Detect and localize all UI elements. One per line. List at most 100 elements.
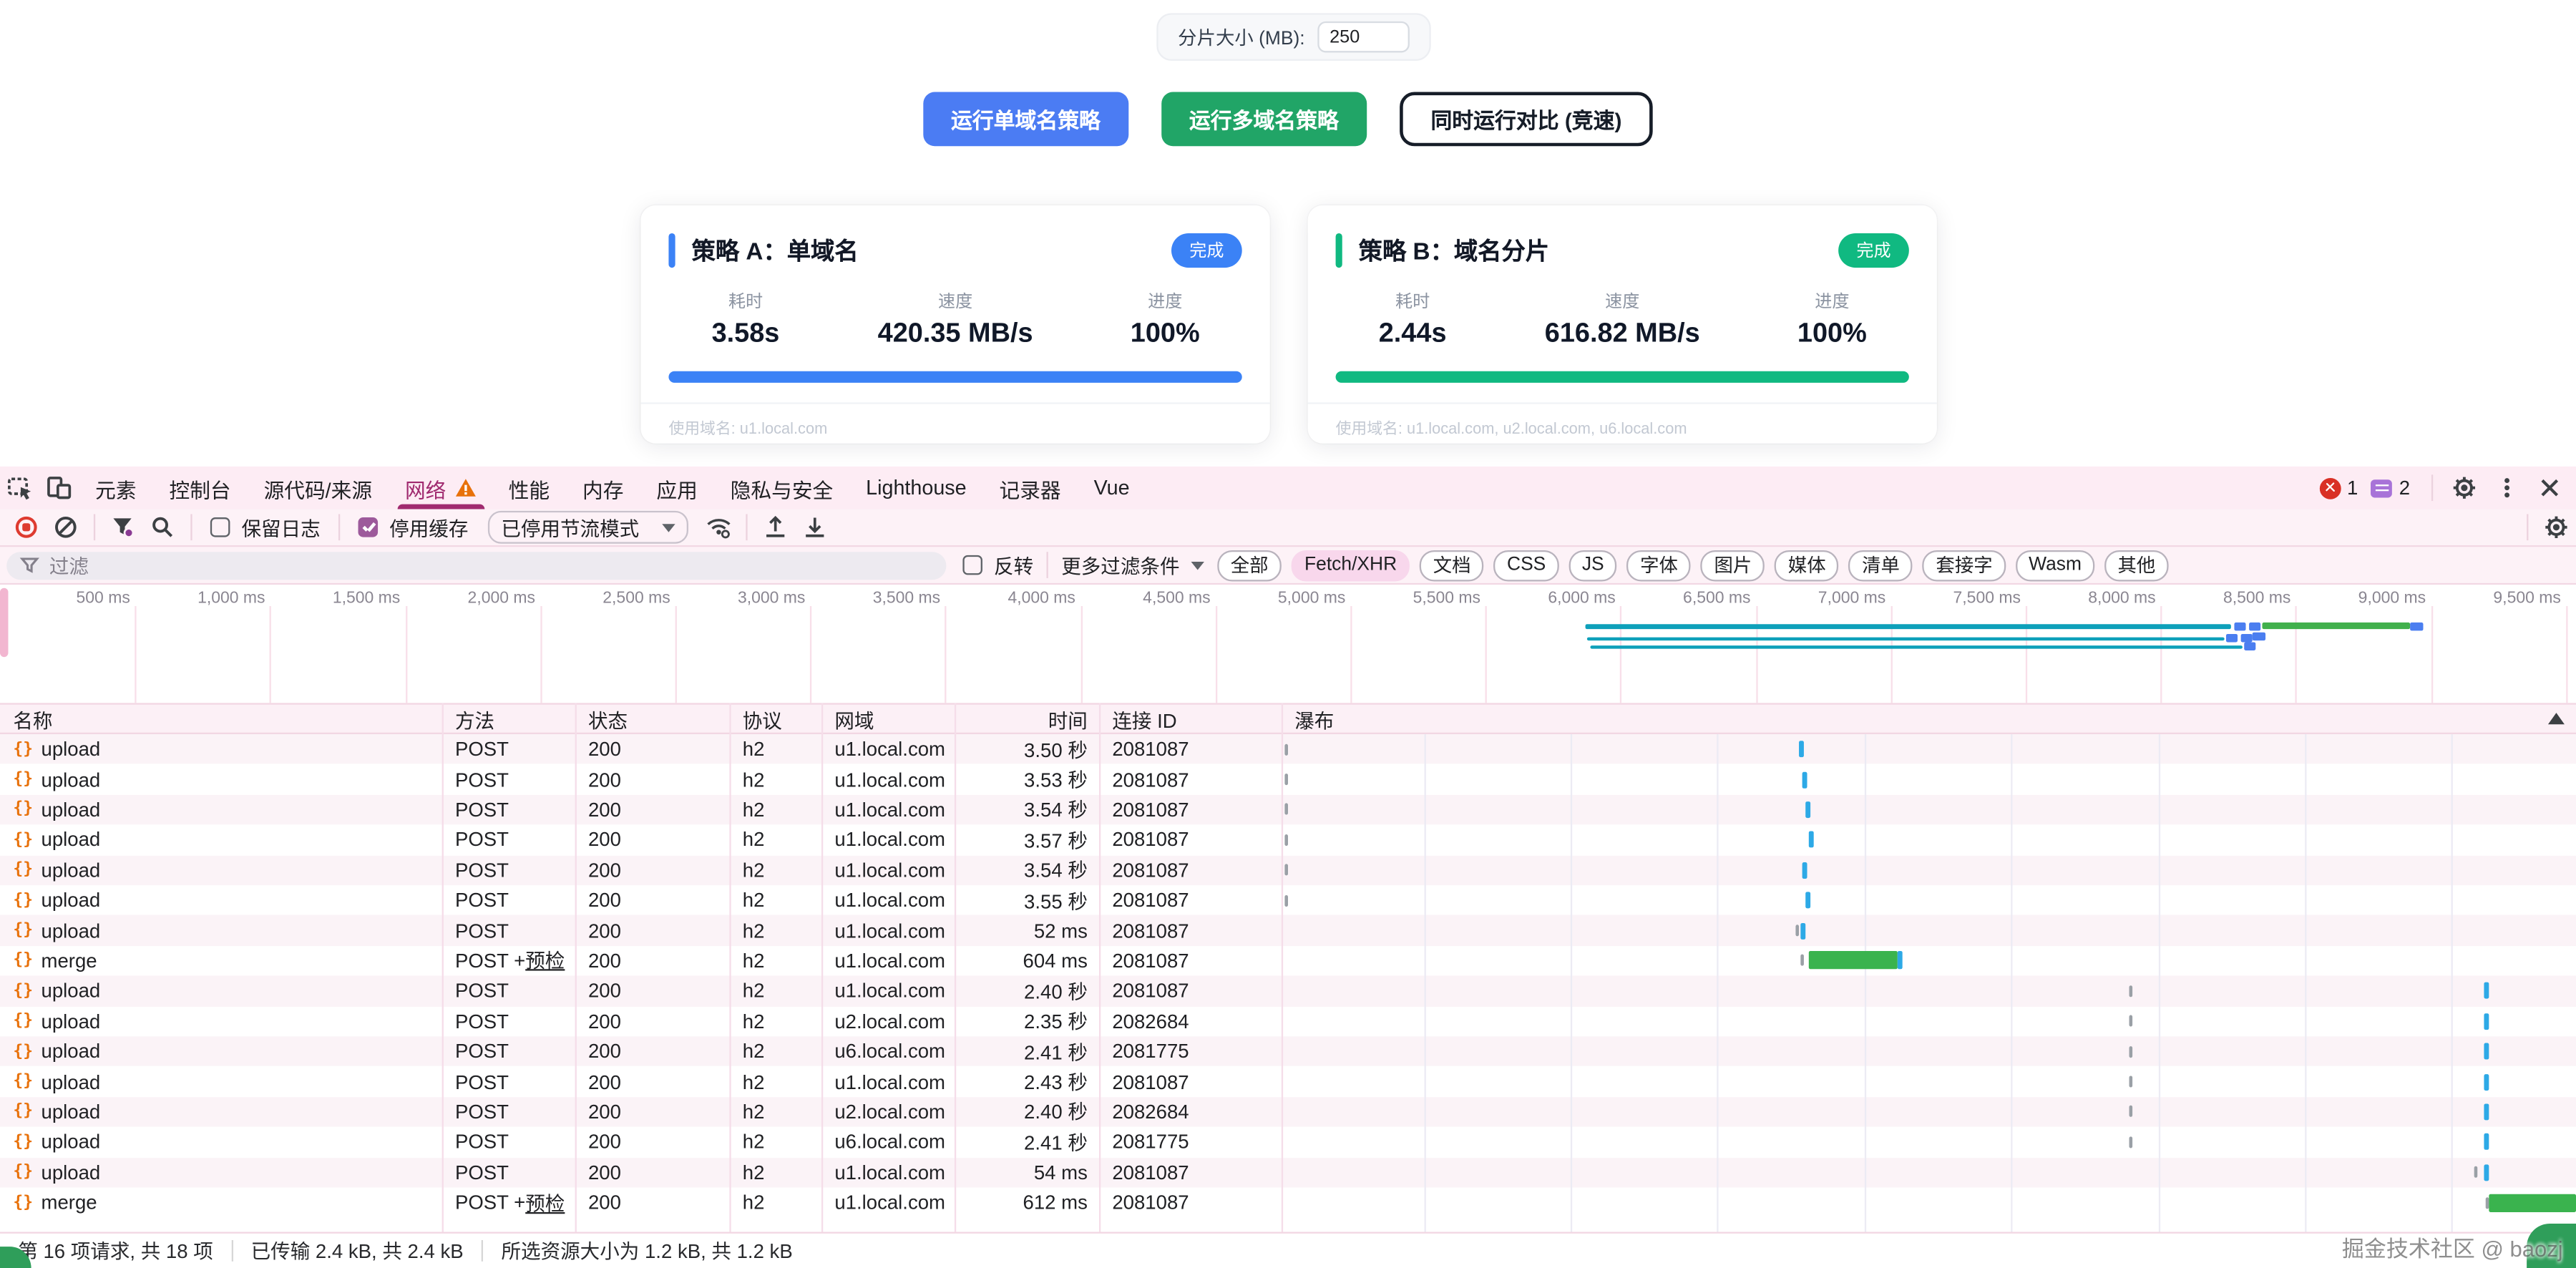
request-row-upload[interactable]: {}uploadPOST200h2u1.local.com52 ms208108… [0,915,2576,945]
strategy-button-3[interactable]: 同时运行对比 (竞速) [1400,92,1653,147]
tab-应用[interactable]: 应用 [640,467,713,509]
disable-cache-toggle[interactable]: 停用缓存 [358,513,469,541]
network-overview-strip[interactable]: 500 ms1,000 ms1,500 ms2,000 ms2,500 ms3,… [0,585,2576,703]
filter-pill-JS[interactable]: JS [1568,550,1617,581]
waterfall-bar [1802,862,1807,879]
ruler-tick-label: 8,000 ms [2088,590,2155,608]
console-error-badge[interactable]: 1 [2319,477,2358,499]
column-header-网域[interactable]: 网域 [821,705,955,734]
column-header-名称[interactable]: 名称 [0,705,442,734]
ruler-gridline [1621,606,1622,703]
filter-pill-图片[interactable]: 图片 [1701,550,1765,581]
request-row-upload[interactable]: {}uploadPOST200h2u1.local.com3.55 秒20810… [0,885,2576,915]
more-filters-dropdown[interactable]: 更多过滤条件 [1061,551,1204,579]
request-row-merge[interactable]: {}mergePOST + 预检200h2u1.local.com604 ms2… [0,946,2576,976]
request-row-upload[interactable]: {}uploadPOST200h2u2.local.com2.40 秒20826… [0,1097,2576,1127]
time-cell: 2.43 秒 [955,1067,1099,1097]
strategy-button-1[interactable]: 运行单域名策略 [923,92,1128,147]
tab-隐私与安全[interactable]: 隐私与安全 [714,467,849,509]
request-row-upload[interactable]: {}uploadPOST200h2u2.local.com2.35 秒20826… [0,1006,2576,1036]
tab-元素[interactable]: 元素 [79,467,152,509]
network-settings-gear-icon[interactable] [2537,507,2576,547]
filter-pill-文档[interactable]: 文档 [1420,550,1484,581]
tab-控制台[interactable]: 控制台 [153,467,248,509]
import-har-icon[interactable] [756,507,795,547]
filter-pill-其他[interactable]: 其他 [2104,550,2169,581]
request-row-upload[interactable]: {}uploadPOST200h2u1.local.com2.43 秒20810… [0,1067,2576,1097]
device-toolbar-icon[interactable] [39,468,79,507]
preserve-log-checkbox[interactable] [210,517,230,537]
strategy-button-2[interactable]: 运行多域名策略 [1161,92,1367,147]
waterfall-gridline [2011,734,2012,1232]
clear-network-log-icon[interactable] [46,507,85,547]
tab-性能[interactable]: 性能 [492,467,566,509]
overview-left-handle[interactable] [0,588,8,657]
request-row-merge[interactable]: {}mergePOST + 预检200h2u1.local.com612 ms2… [0,1188,2576,1218]
invert-filter-toggle[interactable]: 反转 [962,551,1033,579]
column-header-状态[interactable]: 状态 [575,705,730,734]
network-conditions-icon[interactable] [698,507,738,547]
filter-input[interactable]: 过滤 [6,551,946,579]
request-row-upload[interactable]: {}uploadPOST200h2u6.local.com2.41 秒20817… [0,1127,2576,1157]
tab-Lighthouse[interactable]: Lighthouse [849,467,982,509]
status-cell: 200 [575,764,730,794]
filter-pill-Wasm[interactable]: Wasm [2016,550,2095,581]
filter-pill-Fetch/XHR[interactable]: Fetch/XHR [1292,550,1410,581]
filter-pill-媒体[interactable]: 媒体 [1775,550,1839,581]
fetch-xhr-icon: {} [13,801,33,819]
filter-pill-套接字[interactable]: 套接字 [1923,550,2006,581]
preserve-log-toggle[interactable]: 保留日志 [210,513,321,541]
tab-记录器[interactable]: 记录器 [983,467,1078,509]
filter-pill-全部[interactable]: 全部 [1217,550,1282,581]
disable-cache-checkbox[interactable] [358,517,379,537]
filter-icon[interactable] [104,507,143,547]
filter-pill-清单[interactable]: 清单 [1849,550,1913,581]
time-cell: 3.57 秒 [955,825,1099,855]
ruler-gridline [2026,606,2027,703]
divider [2431,474,2433,501]
overview-waterfall-mark [2240,635,2251,643]
tab-网络[interactable]: 网络 [389,467,492,509]
column-header-协议[interactable]: 协议 [729,705,821,734]
request-row-upload[interactable]: {}uploadPOST200h2u1.local.com54 ms208108… [0,1157,2576,1187]
chevron-down-icon [1191,561,1204,569]
close-devtools-icon[interactable] [2530,468,2570,507]
preflight-link[interactable]: 预检 [525,947,565,975]
chunk-size-input[interactable] [1318,21,1410,53]
column-header-瀑布[interactable]: 瀑布 [1282,705,2576,734]
invert-checkbox[interactable] [962,555,982,575]
column-header-时间[interactable]: 时间 [955,705,1099,734]
inspect-element-icon[interactable] [0,468,39,507]
console-issue-badge[interactable]: 2 [2371,477,2410,499]
filter-pill-CSS[interactable]: CSS [1494,550,1559,581]
column-divider [1099,703,1101,1232]
ruler-gridline [2431,606,2432,703]
kebab-menu-icon[interactable] [2487,468,2527,507]
waterfall-gridline [1865,734,1866,1232]
request-row-upload[interactable]: {}uploadPOST200h2u1.local.com2.40 秒20810… [0,976,2576,1006]
request-row-upload[interactable]: {}uploadPOST200h2u1.local.com3.53 秒20810… [0,764,2576,794]
export-har-icon[interactable] [795,507,834,547]
connection-id-cell: 2082684 [1099,1006,1282,1036]
preflight-link[interactable]: 预检 [525,1189,565,1216]
settings-gear-icon[interactable] [2444,468,2484,507]
request-row-upload[interactable]: {}uploadPOST200h2u1.local.com3.54 秒20810… [0,855,2576,885]
column-header-方法[interactable]: 方法 [442,705,575,734]
request-row-upload[interactable]: {}uploadPOST200h2u1.local.com3.57 秒20810… [0,825,2576,855]
message-icon [2371,479,2393,497]
throttling-select[interactable]: 已停用节流模式 [488,511,688,544]
request-row-upload[interactable]: {}uploadPOST200h2u1.local.com3.50 秒20810… [0,734,2576,764]
waterfall-bar [1802,771,1807,788]
record-network-log-icon[interactable] [6,507,46,547]
tab-Vue[interactable]: Vue [1078,467,1146,509]
request-row-upload[interactable]: {}uploadPOST200h2u1.local.com3.54 秒20810… [0,794,2576,824]
tab-内存[interactable]: 内存 [566,467,640,509]
domain-cell: u1.local.com [821,855,955,885]
strategy-buttons: 运行单域名策略运行多域名策略同时运行对比 (竞速) [0,92,2576,147]
filter-pill-字体[interactable]: 字体 [1627,550,1692,581]
tab-源代码/来源[interactable]: 源代码/来源 [248,467,389,509]
request-row-upload[interactable]: {}uploadPOST200h2u6.local.com2.41 秒20817… [0,1036,2576,1066]
request-name-cell: {}upload [0,1067,442,1097]
column-header-连接 ID[interactable]: 连接 ID [1099,705,1282,734]
search-icon[interactable] [143,507,182,547]
